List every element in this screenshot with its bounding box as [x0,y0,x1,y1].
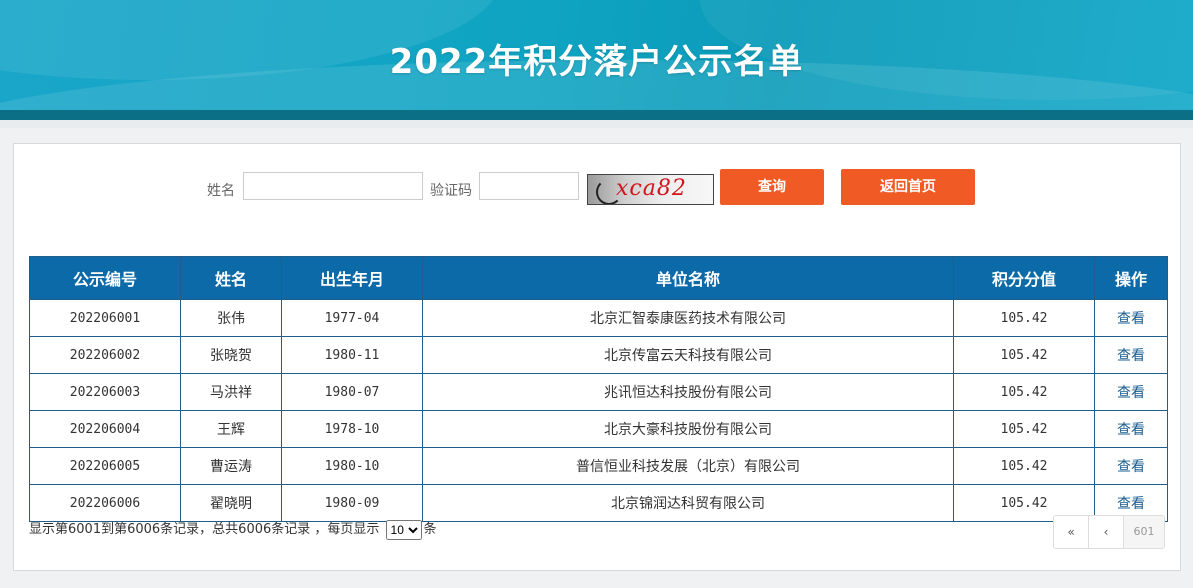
cell-name: 王辉 [180,410,282,448]
column-header: 姓名 [180,256,282,300]
search-bar: 姓名 验证码 xca82 查询 返回首页 [14,169,1180,209]
content-panel: 姓名 验证码 xca82 查询 返回首页 公示编号 姓名 出生年月 单位名称 积… [13,143,1181,571]
cell-name: 张伟 [180,299,282,337]
cell-name: 翟晓明 [180,484,282,522]
cell-id: 202206002 [29,336,181,374]
cell-company: 北京锦润达科贸有限公司 [422,484,954,522]
cell-id: 202206005 [29,447,181,485]
home-button[interactable]: 返回首页 [841,169,975,205]
cell-name: 曹运涛 [180,447,282,485]
table-row: 202206001 张伟 1977-04 北京汇智泰康医药技术有限公司 105.… [29,299,1168,337]
captcha-image[interactable]: xca82 [587,174,714,205]
table-row: 202206005 曹运涛 1980-10 普信恒业科技发展（北京）有限公司 1… [29,447,1168,485]
view-link[interactable]: 查看 [1117,422,1145,438]
results-table: 公示编号 姓名 出生年月 单位名称 积分分值 操作 202206001 张伟 1… [29,256,1168,522]
cell-company: 兆讯恒达科技股份有限公司 [422,373,954,411]
cell-company: 普信恒业科技发展（北京）有限公司 [422,447,954,485]
column-header: 公示编号 [29,256,181,300]
column-header: 操作 [1094,256,1168,300]
captcha-label: 验证码 [430,183,472,199]
first-page-button[interactable]: « [1054,516,1089,548]
cell-birth: 1980-09 [281,484,423,522]
cell-birth: 1980-10 [281,447,423,485]
name-input[interactable] [243,172,423,200]
captcha-input[interactable] [479,172,579,200]
name-label: 姓名 [207,183,235,199]
prev-page-button[interactable]: ‹ [1089,516,1124,548]
cell-birth: 1978-10 [281,410,423,448]
cell-action: 查看 [1094,336,1168,374]
pagination-summary: 显示第6001到第6006条记录，总共6006条记录 ，每页显示 10 条 [29,518,437,540]
cell-id: 202206004 [29,410,181,448]
view-link[interactable]: 查看 [1117,348,1145,364]
view-link[interactable]: 查看 [1117,311,1145,327]
view-link[interactable]: 查看 [1117,496,1145,512]
cell-name: 张晓贺 [180,336,282,374]
column-header: 积分分值 [953,256,1095,300]
cell-score: 105.42 [953,410,1095,448]
cell-company: 北京大豪科技股份有限公司 [422,410,954,448]
page-size-suffix: 条 [423,522,437,537]
cell-score: 105.42 [953,373,1095,411]
view-link[interactable]: 查看 [1117,385,1145,401]
banner-underline [0,120,1193,128]
cell-id: 202206003 [29,373,181,411]
cell-id: 202206001 [29,299,181,337]
table-row: 202206006 翟晓明 1980-09 北京锦润达科贸有限公司 105.42… [29,484,1168,522]
cell-action: 查看 [1094,299,1168,337]
record-summary: 显示第6001到第6006条记录，总共6006条记录 ，每页显示 [29,522,380,537]
cell-score: 105.42 [953,299,1095,337]
cell-action: 查看 [1094,410,1168,448]
cell-action: 查看 [1094,447,1168,485]
table-row: 202206003 马洪祥 1980-07 兆讯恒达科技股份有限公司 105.4… [29,373,1168,411]
pager: « ‹ 601 [1053,515,1165,549]
cell-birth: 1980-11 [281,336,423,374]
captcha-text: xca82 [616,176,687,201]
cell-company: 北京传富云天科技有限公司 [422,336,954,374]
table-row: 202206002 张晓贺 1980-11 北京传富云天科技有限公司 105.4… [29,336,1168,374]
cell-score: 105.42 [953,336,1095,374]
banner: 2022年积分落户公示名单 [0,0,1193,110]
cell-birth: 1977-04 [281,299,423,337]
query-button[interactable]: 查询 [720,169,824,205]
cell-company: 北京汇智泰康医药技术有限公司 [422,299,954,337]
table-header-row: 公示编号 姓名 出生年月 单位名称 积分分值 操作 [29,256,1168,300]
column-header: 出生年月 [281,256,423,300]
column-header: 单位名称 [422,256,954,300]
cell-score: 105.42 [953,447,1095,485]
view-link[interactable]: 查看 [1117,459,1145,475]
cell-name: 马洪祥 [180,373,282,411]
cell-action: 查看 [1094,373,1168,411]
table-row: 202206004 王辉 1978-10 北京大豪科技股份有限公司 105.42… [29,410,1168,448]
cell-birth: 1980-07 [281,373,423,411]
page-size-select[interactable]: 10 [385,519,422,540]
current-page[interactable]: 601 [1124,516,1164,548]
cell-id: 202206006 [29,484,181,522]
banner-stripe [0,110,1193,120]
page-title: 2022年积分落户公示名单 [389,42,804,82]
